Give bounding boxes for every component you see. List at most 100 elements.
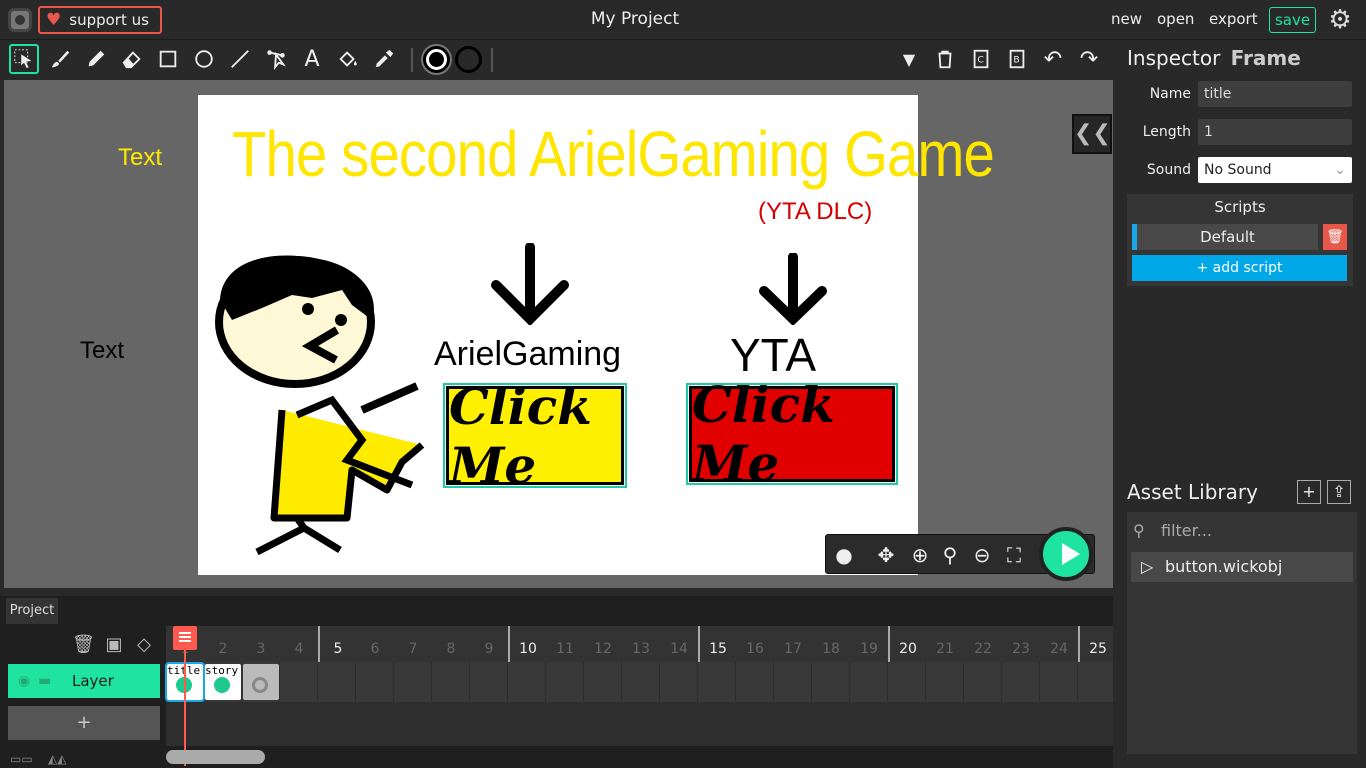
pencil-icon[interactable] (81, 44, 111, 74)
frame-number[interactable]: 13 (622, 626, 660, 662)
frame-number[interactable]: 8 (432, 626, 470, 662)
frame-number[interactable]: 12 (584, 626, 622, 662)
frame-slot[interactable] (508, 662, 546, 702)
path-icon[interactable] (261, 44, 291, 74)
upload-asset-icon[interactable]: ⇪ (1327, 480, 1351, 504)
add-layer-button[interactable]: + (8, 706, 160, 740)
frames-row[interactable]: titlestory (165, 662, 1116, 702)
frame-number[interactable]: 5 (318, 626, 356, 662)
frame-slot[interactable] (280, 662, 318, 702)
frame-slot[interactable] (888, 662, 926, 702)
convert-button-icon[interactable]: B (1002, 44, 1032, 74)
timeline-ruler[interactable]: 1234567891011121314151617181920212223242… (166, 626, 1113, 662)
stroke-color-swatch[interactable] (455, 46, 482, 73)
frame-number[interactable]: 16 (736, 626, 774, 662)
delete-icon[interactable] (930, 44, 960, 74)
frame-slot[interactable] (926, 662, 964, 702)
frame-slot[interactable] (774, 662, 812, 702)
eraser-icon[interactable] (117, 44, 147, 74)
support-us-button[interactable]: ♥ support us (38, 6, 162, 34)
timeline-frame[interactable]: story (205, 664, 241, 700)
ellipse-icon[interactable] (189, 44, 219, 74)
frame-slot[interactable] (584, 662, 622, 702)
frame-number[interactable]: 3 (242, 626, 280, 662)
yta-label[interactable]: YTA (730, 328, 816, 382)
insert-frame-icon[interactable]: ▣ (103, 634, 125, 656)
frame-number[interactable]: 10 (508, 626, 546, 662)
cursor-icon[interactable] (9, 44, 39, 74)
offstage-text[interactable]: Text (80, 337, 124, 365)
save-button[interactable]: save (1269, 7, 1316, 33)
eyedropper-icon[interactable] (369, 44, 399, 74)
delete-layer-icon[interactable]: 🗑 (72, 634, 95, 656)
frame-number[interactable]: 9 (470, 626, 508, 662)
frame-slot[interactable] (736, 662, 774, 702)
tab-project[interactable]: Project (6, 598, 58, 624)
project-title[interactable]: My Project (540, 9, 730, 29)
timeline-scrollbar[interactable] (166, 750, 265, 764)
frame-number[interactable]: 18 (812, 626, 850, 662)
arielgaming-label[interactable]: ArielGaming (434, 335, 621, 374)
stage[interactable]: The second ArielGaming Game (YTA DLC) Ar… (198, 95, 995, 575)
frame-slot[interactable] (1002, 662, 1040, 702)
frame-number[interactable]: 15 (698, 626, 736, 662)
zoom-out-icon[interactable]: ⊖ (968, 541, 996, 569)
lock-icon[interactable]: ▬ (38, 664, 51, 698)
frame-slot[interactable] (394, 662, 432, 702)
arrow-down-icon[interactable] (490, 243, 570, 325)
frame-number[interactable]: 7 (394, 626, 432, 662)
name-field[interactable]: title (1198, 81, 1352, 107)
frame-number[interactable]: 6 (356, 626, 394, 662)
frame-slot[interactable] (850, 662, 888, 702)
frame-number[interactable]: 21 (926, 626, 964, 662)
yta-click-me-button[interactable]: Click Me (686, 375, 898, 493)
frame-slot[interactable] (812, 662, 850, 702)
audio-waveform-icon[interactable]: ◭◭ (48, 752, 66, 766)
frame-number[interactable]: 14 (660, 626, 698, 662)
line-icon[interactable] (225, 44, 255, 74)
export-button[interactable]: export (1209, 10, 1258, 28)
frame-slot[interactable] (1078, 662, 1116, 702)
add-asset-icon[interactable]: + (1297, 480, 1321, 504)
brush-icon[interactable] (45, 44, 75, 74)
play-icon[interactable] (1039, 527, 1093, 581)
script-default-button[interactable]: Default (1132, 224, 1318, 250)
text-icon[interactable]: A (297, 44, 327, 74)
zoom-in-icon[interactable]: ⊕ (906, 541, 934, 569)
length-field[interactable]: 1 (1198, 119, 1352, 145)
frame-slot[interactable] (660, 662, 698, 702)
stage-subtitle-text[interactable]: (YTA DLC) (758, 198, 872, 226)
frame-slot[interactable] (546, 662, 584, 702)
eye-icon[interactable]: ◉ (18, 664, 30, 698)
chevron-down-icon[interactable]: ▼ (894, 44, 924, 74)
frame-slot[interactable] (964, 662, 1002, 702)
frame-slot[interactable] (698, 662, 736, 702)
frame-slot[interactable] (470, 662, 508, 702)
new-button[interactable]: new (1111, 10, 1142, 28)
frame-number[interactable]: 2 (204, 626, 242, 662)
offstage-text[interactable]: Text (118, 144, 162, 172)
layer-item[interactable]: ◉ ▬ Layer (8, 664, 160, 698)
gear-icon[interactable]: ⚙ (1326, 6, 1354, 34)
frame-slot[interactable] (356, 662, 394, 702)
frame-number[interactable]: 4 (280, 626, 318, 662)
redo-icon[interactable]: ↷ (1074, 44, 1104, 74)
delete-script-icon[interactable]: 🗑 (1323, 224, 1347, 250)
character-drawing[interactable] (212, 250, 427, 565)
convert-clip-icon[interactable]: C (966, 44, 996, 74)
canvas-area[interactable]: Text Text The second ArielGaming Game (Y… (4, 80, 1113, 588)
zoom-icon[interactable]: ⚲ (936, 541, 964, 569)
add-script-button[interactable]: + add script (1132, 255, 1347, 281)
frame-number[interactable]: 22 (964, 626, 1002, 662)
frame-number[interactable]: 25 (1078, 626, 1116, 662)
collapse-panel-icon[interactable]: ❮❮ (1072, 114, 1112, 154)
stage-title-text[interactable]: The second ArielGaming Game (232, 117, 995, 191)
frame-slot[interactable] (432, 662, 470, 702)
frame-number[interactable]: 20 (888, 626, 926, 662)
sound-select[interactable]: No Sound ⌄ (1198, 157, 1352, 183)
arrow-down-icon[interactable] (758, 253, 828, 325)
arielgaming-click-me-button[interactable]: Click Me (443, 377, 627, 495)
frame-number[interactable]: 17 (774, 626, 812, 662)
asset-item[interactable]: ▷ button.wickobj (1131, 552, 1353, 582)
frame-slot[interactable] (622, 662, 660, 702)
